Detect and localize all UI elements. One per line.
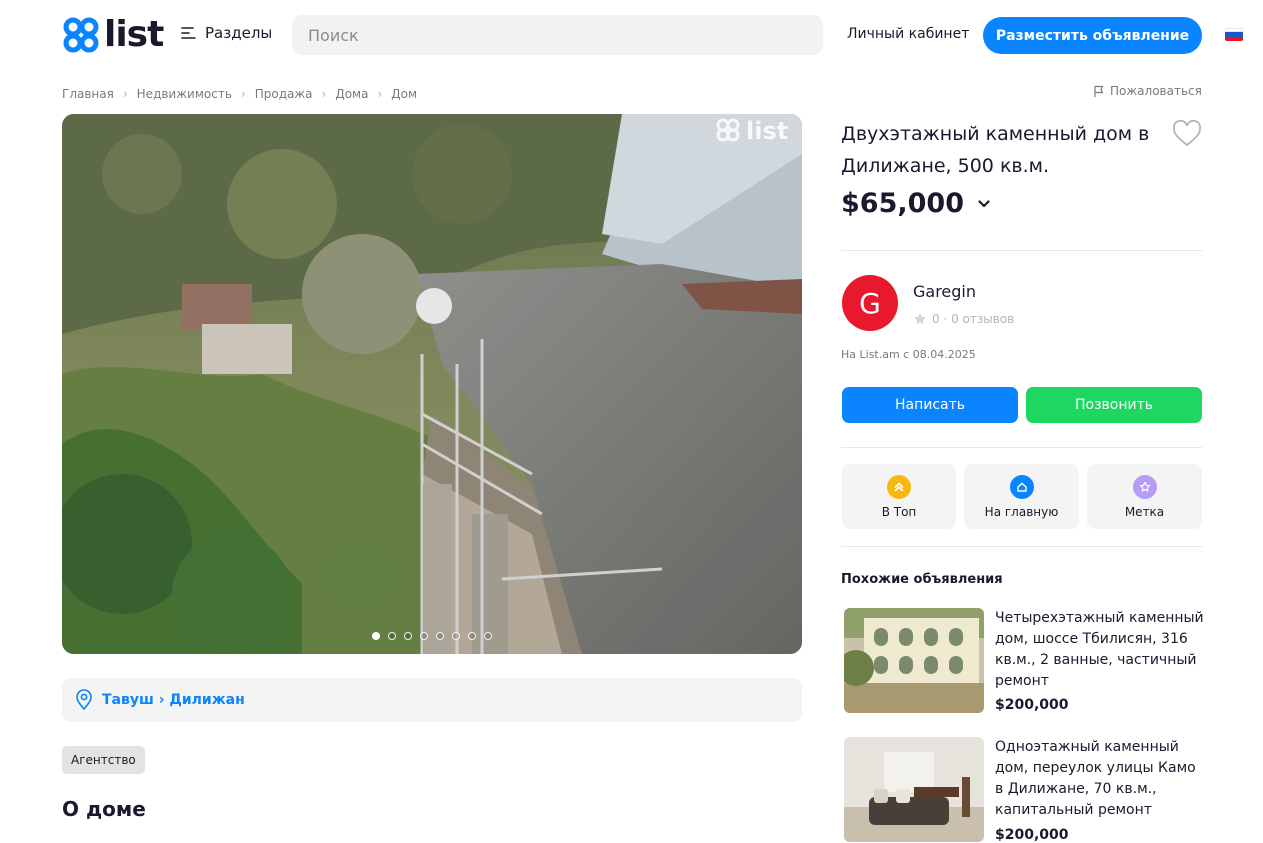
- promo-label: Метка: [1124, 504, 1165, 519]
- breadcrumb: Главная › Недвижимость › Продажа › Дома …: [62, 87, 417, 101]
- header: list Разделы Личный кабинет Разместить о…: [0, 0, 1263, 70]
- member-since: На List.am с 08.04.2025: [841, 348, 976, 361]
- gallery-dot[interactable]: [372, 632, 380, 640]
- location-text[interactable]: Тавуш › Дилижан: [102, 692, 245, 708]
- promo-home-button[interactable]: На главную: [964, 464, 1079, 529]
- gallery-dot[interactable]: [404, 632, 412, 640]
- price[interactable]: $65,000: [841, 188, 990, 219]
- similar-price: $200,000: [995, 697, 1069, 713]
- gallery-dot[interactable]: [452, 632, 460, 640]
- promo-label: В Топ: [881, 504, 917, 519]
- double-chevron-up-icon: [887, 474, 911, 499]
- chevron-right-icon: ›: [240, 87, 246, 101]
- gallery-dot[interactable]: [388, 632, 396, 640]
- sections-label: Разделы: [205, 24, 273, 42]
- price-value: $65,000: [841, 188, 964, 219]
- gallery-dot[interactable]: [468, 632, 476, 640]
- agency-tag: Агентство: [62, 746, 145, 774]
- seller-name[interactable]: Garegin: [913, 282, 976, 301]
- cabinet-link[interactable]: Личный кабинет: [847, 26, 969, 42]
- chevron-right-icon: ›: [122, 87, 128, 101]
- about-heading: О доме: [62, 797, 146, 821]
- logo-icon: [63, 17, 99, 53]
- promo-label: На главную: [984, 504, 1059, 519]
- russian-flag-icon[interactable]: [1225, 28, 1243, 41]
- post-ad-button[interactable]: Разместить объявление: [983, 17, 1202, 54]
- similar-heading: Похожие объявления: [841, 572, 1003, 587]
- similar-title[interactable]: Одноэтажный каменный дом, переулок улицы…: [995, 737, 1205, 821]
- sections-menu[interactable]: Разделы: [181, 24, 272, 42]
- gallery-dots: [62, 632, 802, 640]
- breadcrumb-item[interactable]: Дом: [391, 87, 417, 101]
- rating-text: 0 · 0 отзывов: [932, 312, 1015, 326]
- gallery-dot[interactable]: [436, 632, 444, 640]
- heart-icon[interactable]: [1172, 120, 1202, 148]
- similar-thumbnail[interactable]: [844, 608, 984, 713]
- search-input[interactable]: [292, 15, 823, 55]
- seller-rating: 0 · 0 отзывов: [913, 312, 1014, 326]
- similar-price: $200,000: [995, 827, 1069, 843]
- gallery-dot[interactable]: [420, 632, 428, 640]
- promo-mark-button[interactable]: Метка: [1087, 464, 1202, 529]
- similar-thumbnail[interactable]: [844, 737, 984, 842]
- write-button[interactable]: Написать: [842, 387, 1018, 423]
- star-icon: [914, 313, 926, 325]
- promo-top-button[interactable]: В Топ: [842, 464, 956, 529]
- gallery-dot[interactable]: [484, 632, 492, 640]
- report-label: Пожаловаться: [1110, 84, 1202, 98]
- breadcrumb-item[interactable]: Главная: [62, 87, 114, 101]
- chevron-right-icon: ›: [377, 87, 383, 101]
- chevron-right-icon: ›: [321, 87, 327, 101]
- menu-icon: [181, 27, 196, 39]
- listing-title: Двухэтажный каменный дом в Дилижане, 500…: [841, 123, 1150, 177]
- location-bar[interactable]: Тавуш › Дилижан: [62, 678, 802, 722]
- breadcrumb-item[interactable]: Дома: [335, 87, 368, 101]
- listing-photo[interactable]: list: [62, 114, 802, 654]
- svg-text:list: list: [746, 117, 788, 145]
- divider: [841, 447, 1202, 448]
- breadcrumb-item[interactable]: Недвижимость: [137, 87, 232, 101]
- logo[interactable]: list: [62, 14, 164, 55]
- home-icon: [1009, 474, 1034, 499]
- divider: [841, 546, 1202, 547]
- house-photo: list: [62, 114, 802, 654]
- divider: [841, 250, 1202, 251]
- call-button[interactable]: Позвонить: [1026, 387, 1202, 423]
- logo-text: list: [104, 14, 164, 55]
- similar-listing[interactable]: Четырехэтажный каменный дом, шоссе Тбили…: [844, 608, 1205, 718]
- report-link[interactable]: Пожаловаться: [1093, 84, 1202, 98]
- flag-icon: [1094, 85, 1104, 97]
- avatar[interactable]: G: [842, 275, 898, 331]
- star-icon: [1132, 474, 1157, 499]
- similar-title[interactable]: Четырехэтажный каменный дом, шоссе Тбили…: [995, 608, 1205, 692]
- chevron-down-icon[interactable]: [978, 199, 990, 208]
- similar-listing[interactable]: Одноэтажный каменный дом, переулок улицы…: [844, 737, 1202, 843]
- breadcrumb-item[interactable]: Продажа: [255, 87, 313, 101]
- location-pin-icon: [76, 689, 92, 711]
